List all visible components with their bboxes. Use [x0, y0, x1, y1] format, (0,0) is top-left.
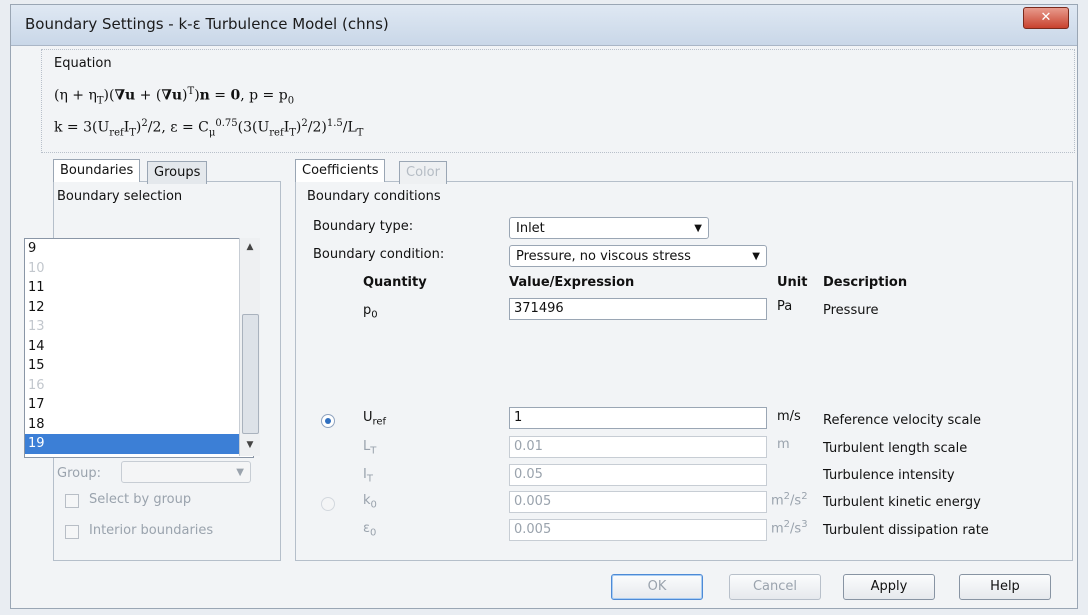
- list-item[interactable]: 20: [25, 454, 253, 458]
- help-button[interactable]: Help: [959, 574, 1051, 600]
- list-item[interactable]: 14: [25, 337, 253, 357]
- interior-boundaries-label: Interior boundaries: [89, 523, 214, 538]
- e0-input: 0.005: [509, 519, 767, 541]
- list-item[interactable]: 10: [25, 259, 253, 279]
- equation-line-2: k = 3(UrefIT)2/2, ε = Cμ0.75(3(UrefIT)2/…: [54, 118, 364, 139]
- tab-boundaries[interactable]: Boundaries: [53, 159, 141, 182]
- tab-coefficients[interactable]: Coefficients: [295, 159, 386, 182]
- quantity-k0: k0: [363, 493, 377, 511]
- boundary-list[interactable]: 91011121314151617181920: [24, 238, 254, 458]
- k0-input: 0.005: [509, 491, 767, 513]
- chevron-down-icon: ▼: [694, 223, 702, 234]
- dialog-window: Boundary Settings - k-ε Turbulence Model…: [10, 4, 1078, 609]
- tab-color: Color: [399, 161, 447, 184]
- header-unit: Unit: [777, 275, 808, 290]
- boundary-condition-select[interactable]: Pressure, no viscous stress ▼: [509, 245, 767, 267]
- p0-description: Pressure: [823, 303, 879, 318]
- list-item[interactable]: 13: [25, 317, 253, 337]
- interior-boundaries-checkbox[interactable]: [65, 525, 79, 539]
- chevron-down-icon: ▼: [236, 467, 244, 478]
- list-scrollbar[interactable]: ▲ ▼: [239, 238, 260, 456]
- header-description: Description: [823, 275, 908, 290]
- e0-description: Turbulent dissipation rate: [823, 523, 989, 538]
- close-button[interactable]: ✕: [1023, 7, 1069, 29]
- tab-groups[interactable]: Groups: [147, 161, 208, 184]
- select-by-group-checkbox[interactable]: [65, 494, 79, 508]
- k0-unit: m2/s2: [771, 491, 808, 509]
- it-input: 0.05: [509, 464, 767, 486]
- title-bar: Boundary Settings - k-ε Turbulence Model…: [11, 5, 1077, 46]
- list-item[interactable]: 11: [25, 278, 253, 298]
- k0-description: Turbulent kinetic energy: [823, 495, 981, 510]
- quantity-uref: Uref: [363, 410, 387, 428]
- list-item[interactable]: 9: [25, 239, 253, 259]
- quantity-e0: ε0: [363, 521, 377, 539]
- cancel-button[interactable]: Cancel: [729, 574, 821, 600]
- lt-unit: m: [777, 437, 790, 452]
- lt-description: Turbulent length scale: [823, 441, 968, 456]
- boundary-condition-label: Boundary condition:: [313, 247, 445, 262]
- header-value: Value/Expression: [509, 275, 635, 290]
- window-title: Boundary Settings - k-ε Turbulence Model…: [25, 15, 389, 33]
- lt-input: 0.01: [509, 436, 767, 458]
- chevron-down-icon: ▼: [752, 251, 760, 262]
- equation-line-1: (η + ηT)(∇u + (∇u)T)n = 0, p = p0: [54, 86, 295, 107]
- scroll-up-icon[interactable]: ▲: [240, 242, 260, 252]
- p0-input[interactable]: 371496: [509, 298, 767, 320]
- boundary-type-select[interactable]: Inlet ▼: [509, 217, 709, 239]
- group-label: Group:: [57, 466, 101, 481]
- boundary-type-label: Boundary type:: [313, 219, 414, 234]
- scroll-thumb[interactable]: [242, 314, 259, 434]
- list-item[interactable]: 16: [25, 376, 253, 396]
- list-item[interactable]: 19: [25, 434, 253, 454]
- ok-button[interactable]: OK: [611, 574, 703, 600]
- uref-input[interactable]: 1: [509, 407, 767, 429]
- quantity-it: IT: [363, 467, 373, 485]
- boundary-selection-label: Boundary selection: [57, 189, 183, 204]
- e0-unit: m2/s3: [771, 519, 808, 537]
- uref-description: Reference velocity scale: [823, 413, 982, 428]
- uref-unit: m/s: [777, 409, 801, 424]
- boundary-conditions-label: Boundary conditions: [307, 189, 441, 204]
- p0-unit: Pa: [777, 299, 793, 314]
- list-item[interactable]: 15: [25, 356, 253, 376]
- header-quantity: Quantity: [363, 275, 427, 290]
- quantity-lt: LT: [363, 439, 377, 457]
- list-item[interactable]: 18: [25, 415, 253, 435]
- group-select[interactable]: ▼: [121, 461, 251, 483]
- quantity-p0: p0: [363, 303, 378, 321]
- boundary-condition-value: Pressure, no viscous stress: [516, 249, 691, 264]
- it-description: Turbulence intensity: [823, 468, 955, 483]
- scroll-down-icon[interactable]: ▼: [240, 440, 260, 450]
- uref-radio[interactable]: [321, 414, 335, 428]
- equation-box: Equation (η + ηT)(∇u + (∇u)T)n = 0, p = …: [41, 49, 1075, 153]
- select-by-group-label: Select by group: [89, 492, 192, 507]
- list-item[interactable]: 12: [25, 298, 253, 318]
- k0-radio: [321, 497, 335, 511]
- boundary-type-value: Inlet: [516, 221, 545, 236]
- list-item[interactable]: 17: [25, 395, 253, 415]
- apply-button[interactable]: Apply: [843, 574, 935, 600]
- equation-label: Equation: [54, 56, 112, 71]
